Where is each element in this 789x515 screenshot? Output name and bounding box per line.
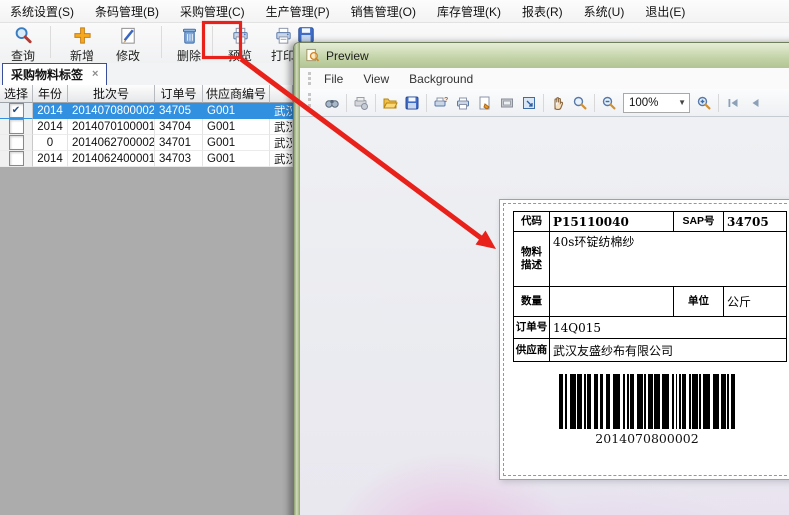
barcode-text: 2014070800002 [528,431,766,446]
zoom-icon[interactable] [572,95,588,111]
preview-button[interactable]: 预览 [219,23,261,64]
label-sap-value: 34705 [724,212,787,232]
label-code-value: P15110040 [550,212,674,232]
grid-empty-area [0,167,293,515]
menu-item-inventory[interactable]: 库存管理(K) [437,3,501,20]
page-setup-icon[interactable] [499,95,515,111]
previous-page-icon[interactable] [747,95,763,111]
column-header-batch[interactable]: 批次号 [68,85,155,103]
trash-icon [179,25,200,46]
zoom-out-icon[interactable] [601,95,617,111]
row-checkbox[interactable] [9,135,24,150]
grid-header-row: 选择 年份 批次号 订单号 供应商编号 [0,85,293,103]
find-icon[interactable] [324,95,340,111]
preview-menu-background[interactable]: Background [409,72,473,86]
save-icon[interactable] [404,95,420,111]
label-order-caption: 订单号 [514,317,550,339]
column-header-year[interactable]: 年份 [33,85,68,103]
toolbar-separator [718,94,719,112]
column-header-supplier-name[interactable] [270,85,293,103]
preview-menu-file[interactable]: File [324,72,343,86]
label-desc-caption: 物料 描述 [514,232,550,287]
column-header-order[interactable]: 订单号 [155,85,203,103]
menu-item-exit[interactable]: 退出(E) [645,3,685,20]
barcode [528,374,766,429]
row-checkbox[interactable] [9,151,24,166]
preview-menu-view[interactable]: View [363,72,389,86]
menu-item-barcode[interactable]: 条码管理(B) [95,3,159,20]
table-row[interactable]: 2014 2014070100001 34704 G001 武汉 [0,119,293,135]
menu-item-reports[interactable]: 报表(R) [522,3,563,20]
menu-item-system[interactable]: 系统(U) [584,3,625,20]
add-button[interactable]: 新增 [61,23,103,64]
label-sap-caption: SAP号 [674,212,724,232]
menu-item-production[interactable]: 生产管理(P) [266,3,330,20]
zoom-in-icon[interactable] [696,95,712,111]
print-dialog-icon[interactable]: ? [433,95,449,111]
label-unit-value: 公斤 [724,287,787,317]
column-header-select[interactable]: 选择 [0,85,33,103]
print-preview-icon [230,25,251,46]
tab-purchase-material-label[interactable]: 采购物料标签 × [2,63,107,85]
scale-icon[interactable] [521,95,537,111]
zoom-level-select[interactable]: 100% ▼ [623,93,690,113]
chevron-down-icon: ▼ [678,98,686,107]
toolbar-separator [161,26,162,58]
toolbar-separator [50,26,51,58]
label-page: 代码 P15110040 SAP号 34705 物料 描述 40s环锭纺棉纱 数… [499,199,789,480]
label-unit-caption: 单位 [674,287,724,317]
label-table: 代码 P15110040 SAP号 34705 物料 描述 40s环锭纺棉纱 数… [513,211,787,362]
menu-item-sales[interactable]: 销售管理(O) [351,3,416,20]
label-qty-value [550,287,674,317]
label-qty-caption: 数量 [514,287,550,317]
toolbar-separator [594,94,595,112]
toolbar-separator [543,94,544,112]
toolbar-separator [212,26,213,58]
menubar-grip[interactable] [308,72,311,85]
toolbar-separator [375,94,376,112]
toolbar-separator [346,94,347,112]
main-menubar: 系统设置(S) 条码管理(B) 采购管理(C) 生产管理(P) 销售管理(O) … [0,0,789,23]
edit-icon [118,25,139,46]
screen: 系统设置(S) 条码管理(B) 采购管理(C) 生产管理(P) 销售管理(O) … [0,0,789,515]
preview-menubar: File View Background [300,68,789,89]
label-code-caption: 代码 [514,212,550,232]
export-icon[interactable] [477,95,493,111]
printer-icon [273,25,294,46]
preview-titlebar[interactable]: Preview [300,43,789,68]
menu-item-system-settings[interactable]: 系统设置(S) [10,3,74,20]
preview-window-icon [305,48,320,63]
open-icon[interactable] [382,95,398,111]
label-supplier-value: 武汉友盛纱布有限公司 [550,339,787,362]
svg-text:?: ? [444,97,448,104]
add-icon [72,25,93,46]
toolbar-grip[interactable] [308,93,311,112]
menu-item-purchase[interactable]: 采购管理(C) [180,3,245,20]
column-header-supplier-code[interactable]: 供应商编号 [203,85,270,103]
table-row[interactable]: 2014 2014062400001 34703 G001 武汉 [0,151,293,167]
search-icon [13,25,34,46]
tab-strip: 采购物料标签 × [0,63,293,85]
delete-button[interactable]: 删除 [168,23,210,64]
preview-toolbar: ? [300,89,789,117]
quick-print-icon[interactable] [455,95,471,111]
preview-window-title: Preview [326,49,369,63]
label-supplier-caption: 供应商 [514,339,550,362]
tab-close-icon[interactable]: × [92,69,98,80]
table-row[interactable]: 0 2014062700002 34701 G001 武汉 [0,135,293,151]
first-page-icon[interactable] [725,95,741,111]
label-desc-value: 40s环锭纺棉纱 [550,232,787,287]
hand-icon[interactable] [550,95,566,111]
purchase-label-grid: 选择 年份 批次号 订单号 供应商编号 2014 2014070800002 3… [0,85,293,167]
edit-button[interactable]: 修改 [107,23,149,64]
preview-canvas: 代码 P15110040 SAP号 34705 物料 描述 40s环锭纺棉纱 数… [300,117,789,515]
label-order-value: 14Q015 [550,317,787,339]
query-button[interactable]: 查询 [2,23,44,64]
table-row[interactable]: 2014 2014070800002 34705 G001 武汉 [0,103,293,119]
print-settings-icon[interactable] [353,95,369,111]
row-checkbox-checked[interactable] [9,103,24,118]
preview-window: Preview File View Background [293,42,789,515]
row-checkbox[interactable] [9,119,24,134]
toolbar-separator [426,94,427,112]
